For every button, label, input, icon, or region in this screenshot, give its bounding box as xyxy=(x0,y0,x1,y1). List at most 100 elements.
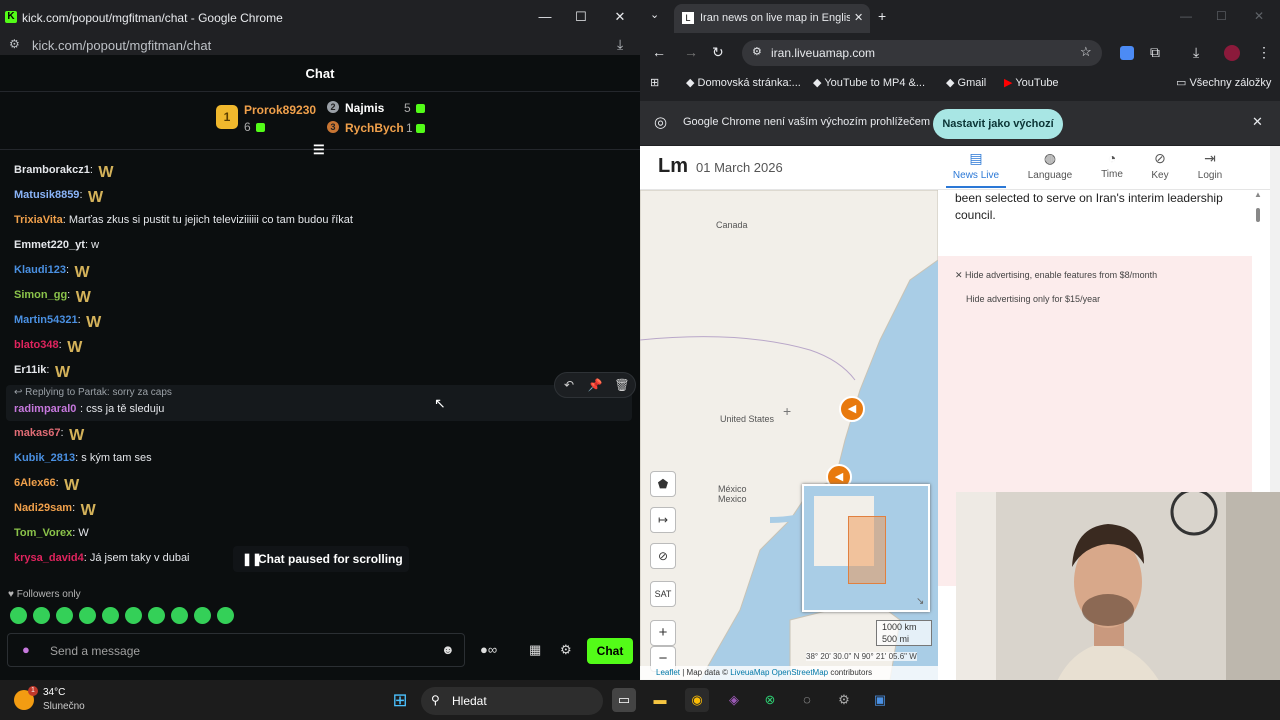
settings-icon[interactable]: ⚙ xyxy=(560,642,572,658)
avatar[interactable] xyxy=(1224,45,1240,61)
bookmark-star-icon[interactable]: ☆ xyxy=(1080,44,1092,60)
hide-ad-yearly-link[interactable]: Hide advertising only for $15/year xyxy=(966,294,1100,304)
chat-message[interactable]: krysa_david4: Já jsem taky v dubai xyxy=(14,552,190,564)
chat-username[interactable]: Er11ik xyxy=(14,364,46,376)
leaflet-link[interactable]: Leaflet xyxy=(656,668,680,677)
minimap[interactable]: ↘ xyxy=(802,484,930,612)
chat-message[interactable]: Klaudi123: W xyxy=(14,264,92,281)
liveuamap-logo[interactable]: Lm xyxy=(658,155,688,178)
new-tab-icon[interactable]: + xyxy=(878,8,886,24)
zoom-in-button[interactable]: + xyxy=(650,620,676,646)
maximize-icon[interactable]: ☐ xyxy=(1216,9,1227,23)
chat-username[interactable]: makas67 xyxy=(14,427,61,439)
app-icon[interactable]: ◈ xyxy=(722,688,746,712)
bookmark-item[interactable]: ◆ Domovská stránka:... xyxy=(686,76,801,89)
emote-icon[interactable] xyxy=(56,607,73,624)
file-explorer-icon[interactable]: ▬ xyxy=(648,688,672,712)
collapse-icon[interactable]: ☰ xyxy=(313,142,325,158)
reply-icon[interactable]: ↶ xyxy=(559,378,579,392)
tab-iran-news[interactable]: L Iran news on live map in English ✕ xyxy=(674,4,870,33)
chat-username[interactable]: Martin54321 xyxy=(14,314,78,326)
sidebar-scrollbar[interactable] xyxy=(1256,208,1260,222)
emote-icon[interactable] xyxy=(125,607,142,624)
minimap-viewport[interactable] xyxy=(848,516,886,584)
emote-icon[interactable] xyxy=(102,607,119,624)
delete-icon[interactable]: 🗑 xyxy=(612,378,632,392)
chat-username[interactable]: Matusik8859 xyxy=(14,189,79,201)
reply-username[interactable]: radimparal0 xyxy=(14,403,76,415)
chat-message[interactable]: Martin54321: W xyxy=(14,314,104,331)
bookmark-item[interactable]: ◆ Gmail xyxy=(946,76,986,89)
liveuamap-link[interactable]: LiveuaMap xyxy=(730,668,769,677)
measure-button[interactable]: ↦ xyxy=(650,507,676,533)
set-default-button[interactable]: Nastavit jako výchozí xyxy=(933,109,1063,139)
infobar-close-icon[interactable]: ✕ xyxy=(1252,114,1263,130)
chat-message[interactable]: 6Alex66: W xyxy=(14,477,82,494)
chat-username[interactable]: Simon_gg xyxy=(14,289,67,301)
menu-icon[interactable]: ⋮ xyxy=(1257,44,1271,61)
app-icon[interactable]: ▣ xyxy=(868,688,892,712)
tab-close-icon[interactable]: ✕ xyxy=(854,11,863,24)
chat-username[interactable]: 6Alex66 xyxy=(14,477,56,489)
chat-message[interactable]: TrixiaVita: Marťas zkus si pustit tu jej… xyxy=(14,214,353,226)
pin-icon[interactable]: 📌 xyxy=(585,378,605,392)
address-bar[interactable]: ⚙ iran.liveuamap.com ☆ xyxy=(742,40,1102,66)
chat-message[interactable]: Kubik_2813: s kým tam ses xyxy=(14,452,152,464)
reply-message[interactable]: ↩ Replying to Partak: sorry za caps radi… xyxy=(6,385,632,421)
chat-message[interactable]: Bramborakcz1: W xyxy=(14,164,116,181)
app-icon[interactable]: ◌ xyxy=(795,688,819,712)
back-icon[interactable]: ← xyxy=(652,44,666,60)
chat-send-button[interactable]: Chat xyxy=(587,638,633,664)
emote-icon[interactable] xyxy=(79,607,96,624)
event-marker-icon[interactable]: ◀ xyxy=(839,396,865,422)
store-icon[interactable]: ▦ xyxy=(529,642,541,658)
emoji-icon[interactable]: ☻ xyxy=(441,642,455,657)
task-view-icon[interactable]: ▭ xyxy=(612,688,636,712)
infinity-icon[interactable]: ●∞ xyxy=(480,642,497,657)
chat-username[interactable]: Klaudi123 xyxy=(14,264,66,276)
message-input[interactable]: ● Send a message ☻ xyxy=(7,633,465,667)
xbox-icon[interactable]: ⊗ xyxy=(758,688,782,712)
emote-icon[interactable] xyxy=(171,607,188,624)
minimize-icon[interactable]: — xyxy=(1180,9,1192,23)
chrome-icon[interactable]: ◉ xyxy=(685,688,709,712)
emote-icon[interactable] xyxy=(194,607,211,624)
microphone-icon[interactable]: ● xyxy=(22,642,30,657)
chat-message[interactable]: blato348: W xyxy=(14,339,85,356)
download-icon[interactable]: ⤓ xyxy=(1193,44,1199,61)
site-settings-icon[interactable]: ⚙ xyxy=(9,37,20,51)
chat-message[interactable]: Emmet220_yt: w xyxy=(14,239,99,251)
site-info-icon[interactable]: ⚙ xyxy=(752,45,762,58)
chat-username[interactable]: krysa_david4 xyxy=(14,552,84,564)
chat-username[interactable]: blato348 xyxy=(14,339,59,351)
satellite-button[interactable]: SAT xyxy=(650,581,676,607)
nav-language[interactable]: ◍ Language xyxy=(1020,150,1080,181)
emote-icon[interactable] xyxy=(10,607,27,624)
hide-layer-button[interactable]: ⊘ xyxy=(650,543,676,569)
close-icon[interactable]: ✕ xyxy=(1254,9,1264,23)
forward-icon[interactable]: → xyxy=(684,44,698,60)
chat-message[interactable]: Tom_Vorex: W xyxy=(14,527,89,539)
taskbar-search[interactable]: ⚲ Hledat xyxy=(421,687,603,715)
address-bar[interactable]: ⚙ kick.com/popout/mgfitman/chat ⤓ xyxy=(0,35,640,55)
settings-icon[interactable]: ⚙ xyxy=(832,688,856,712)
scroll-up-icon[interactable]: ▲ xyxy=(1254,190,1262,199)
close-icon[interactable]: ✕ xyxy=(611,9,629,25)
map-view[interactable]: Canada United States México Mexico + ◀ ◀… xyxy=(640,190,938,680)
chat-username[interactable]: TrixiaVita xyxy=(14,214,63,226)
chat-username[interactable]: Nadi29sam xyxy=(14,502,72,514)
start-icon[interactable]: ⊞ xyxy=(388,688,412,712)
extensions-icon[interactable]: ⧉ xyxy=(1150,44,1160,61)
maximize-icon[interactable]: ☐ xyxy=(572,9,590,25)
minimap-toggle-icon[interactable]: ↘ xyxy=(916,596,924,607)
chat-message[interactable]: Nadi29sam: W xyxy=(14,502,98,519)
nav-login[interactable]: ⇥ Login xyxy=(1180,150,1240,181)
emote-icon[interactable] xyxy=(217,607,234,624)
chat-message[interactable]: makas67: W xyxy=(14,427,87,444)
chat-username[interactable]: Emmet220_yt xyxy=(14,239,85,251)
chat-username[interactable]: Kubik_2813 xyxy=(14,452,75,464)
chat-message[interactable]: Er11ik: W xyxy=(14,364,73,381)
emote-icon[interactable] xyxy=(33,607,50,624)
bookmark-item[interactable]: ◆ YouTube to MP4 &... xyxy=(813,76,925,89)
draw-polygon-button[interactable]: ⬟ xyxy=(650,471,676,497)
